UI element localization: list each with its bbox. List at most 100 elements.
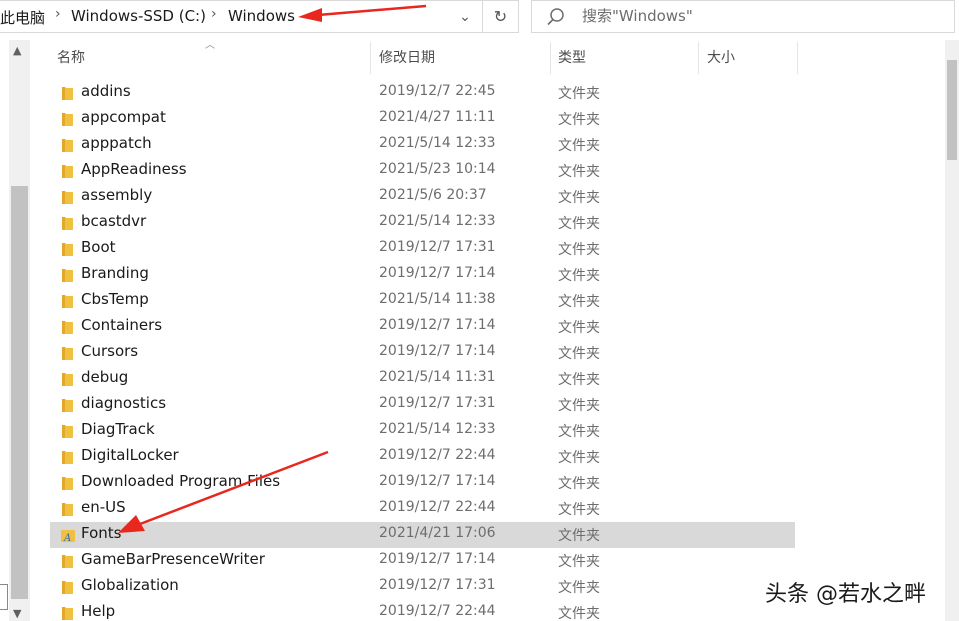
file-modified-date: 2021/5/14 11:31	[379, 369, 496, 385]
file-modified-date: 2019/12/7 22:44	[379, 447, 496, 463]
file-row-assembly[interactable]: assembly 2021/5/6 20:37 文件夹	[50, 184, 795, 210]
file-row-boot[interactable]: Boot 2019/12/7 17:31 文件夹	[50, 236, 795, 262]
file-type: 文件夹	[558, 528, 600, 544]
file-name[interactable]: Containers	[81, 316, 162, 334]
folder-icon	[62, 113, 73, 126]
file-name[interactable]: DigitalLocker	[81, 446, 179, 464]
file-name[interactable]: CbsTemp	[81, 290, 149, 308]
file-row-fonts[interactable]: A Fonts 2021/4/21 17:06 文件夹	[50, 522, 795, 548]
file-row-digitallocker[interactable]: DigitalLocker 2019/12/7 22:44 文件夹	[50, 444, 795, 470]
file-name[interactable]: diagnostics	[81, 394, 166, 412]
file-type: 文件夹	[558, 320, 600, 336]
scroll-down-icon[interactable]: ▼	[13, 607, 21, 620]
file-name[interactable]: DiagTrack	[81, 420, 155, 438]
column-header-date[interactable]: 修改日期	[379, 42, 435, 74]
column-divider[interactable]	[797, 42, 798, 74]
refresh-icon[interactable]: ↻	[482, 1, 518, 32]
search-box[interactable]	[531, 0, 955, 33]
file-type: 文件夹	[558, 580, 600, 596]
address-bar[interactable]: 此电脑 › Windows-SSD (C:) › Windows ⌄ ↻	[0, 0, 519, 33]
file-name[interactable]: en-US	[81, 498, 126, 516]
file-name[interactable]: apppatch	[81, 134, 152, 152]
file-modified-date: 2019/12/7 17:31	[379, 577, 496, 593]
file-modified-date: 2019/12/7 17:14	[379, 265, 496, 281]
file-type: 文件夹	[558, 138, 600, 154]
file-row-bcastdvr[interactable]: bcastdvr 2021/5/14 12:33 文件夹	[50, 210, 795, 236]
folder-icon	[62, 399, 73, 412]
column-header-size[interactable]: 大小	[707, 42, 735, 74]
file-list-scroll-thumb[interactable]	[947, 60, 957, 160]
file-row-cursors[interactable]: Cursors 2019/12/7 17:14 文件夹	[50, 340, 795, 366]
column-header-type[interactable]: 类型	[558, 42, 586, 74]
column-divider[interactable]	[550, 42, 551, 74]
file-row-appreadiness[interactable]: AppReadiness 2021/5/23 10:14 文件夹	[50, 158, 795, 184]
file-row-diagtrack[interactable]: DiagTrack 2021/5/14 12:33 文件夹	[50, 418, 795, 444]
file-row-apppatch[interactable]: apppatch 2021/5/14 12:33 文件夹	[50, 132, 795, 158]
file-row-help[interactable]: Help 2019/12/7 22:44 文件夹	[50, 600, 795, 621]
file-type: 文件夹	[558, 476, 600, 492]
file-type: 文件夹	[558, 554, 600, 570]
nav-pane-scrollbar[interactable]: ▲ ▼	[9, 40, 30, 621]
file-type: 文件夹	[558, 216, 600, 232]
file-name[interactable]: Help	[81, 602, 115, 620]
file-name[interactable]: AppReadiness	[81, 160, 187, 178]
file-row-downloaded-program-files[interactable]: Downloaded Program Files 2019/12/7 17:14 文…	[50, 470, 795, 496]
column-divider[interactable]	[698, 42, 699, 74]
file-row-gamebarpresencewriter[interactable]: GameBarPresenceWriter 2019/12/7 17:14 文件夹	[50, 548, 795, 574]
fonts-folder-icon: A	[61, 530, 75, 543]
search-input[interactable]	[582, 7, 942, 25]
file-row-en-us[interactable]: en-US 2019/12/7 22:44 文件夹	[50, 496, 795, 522]
file-name[interactable]: Boot	[81, 238, 116, 256]
folder-icon	[62, 607, 73, 620]
file-modified-date: 2019/12/7 22:44	[379, 499, 496, 515]
file-name[interactable]: Cursors	[81, 342, 138, 360]
file-type: 文件夹	[558, 86, 600, 102]
file-row-addins[interactable]: addins 2019/12/7 22:45 文件夹	[50, 80, 795, 106]
column-divider[interactable]	[370, 42, 371, 74]
folder-icon	[62, 295, 73, 308]
file-row-diagnostics[interactable]: diagnostics 2019/12/7 17:31 文件夹	[50, 392, 795, 418]
nav-pane-scroll-thumb[interactable]	[11, 186, 28, 599]
file-row-appcompat[interactable]: appcompat 2021/4/27 11:11 文件夹	[50, 106, 795, 132]
file-type: 文件夹	[558, 372, 600, 388]
file-modified-date: 2019/12/7 17:14	[379, 473, 496, 489]
file-name[interactable]: assembly	[81, 186, 152, 204]
folder-icon	[62, 87, 73, 100]
file-type: 文件夹	[558, 112, 600, 128]
breadcrumb-separator-icon[interactable]: ›	[55, 6, 61, 22]
breadcrumb-drive[interactable]: Windows-SSD (C:)	[71, 7, 206, 25]
file-modified-date: 2019/12/7 17:31	[379, 395, 496, 411]
file-row-globalization[interactable]: Globalization 2019/12/7 17:31 文件夹	[50, 574, 795, 600]
file-name[interactable]: debug	[81, 368, 128, 386]
file-modified-date: 2021/5/14 12:33	[379, 213, 496, 229]
file-name[interactable]: addins	[81, 82, 131, 100]
file-modified-date: 2019/12/7 17:31	[379, 239, 496, 255]
breadcrumb-windows[interactable]: Windows	[228, 7, 295, 25]
svg-text:A: A	[63, 533, 71, 543]
chevron-down-icon[interactable]: ⌄	[450, 1, 480, 32]
file-name[interactable]: Branding	[81, 264, 149, 282]
file-name[interactable]: GameBarPresenceWriter	[81, 550, 265, 568]
file-name[interactable]: Fonts	[81, 524, 121, 542]
file-row-debug[interactable]: debug 2021/5/14 11:31 文件夹	[50, 366, 795, 392]
folder-icon	[62, 243, 73, 256]
file-row-containers[interactable]: Containers 2019/12/7 17:14 文件夹	[50, 314, 795, 340]
file-list-scrollbar[interactable]	[945, 40, 959, 621]
file-type: 文件夹	[558, 502, 600, 518]
breadcrumb-separator-icon[interactable]: ›	[211, 6, 217, 22]
file-name[interactable]: appcompat	[81, 108, 166, 126]
file-name[interactable]: Downloaded Program Files	[81, 472, 280, 490]
file-row-cbstemp[interactable]: CbsTemp 2021/5/14 11:38 文件夹	[50, 288, 795, 314]
file-modified-date: 2021/4/21 17:06	[379, 525, 496, 541]
column-header-name[interactable]: 名称	[57, 42, 85, 74]
file-name[interactable]: bcastdvr	[81, 212, 146, 230]
sort-ascending-icon: ︿	[205, 40, 215, 51]
file-row-branding[interactable]: Branding 2019/12/7 17:14 文件夹	[50, 262, 795, 288]
file-type: 文件夹	[558, 164, 600, 180]
file-type: 文件夹	[558, 606, 600, 621]
file-name[interactable]: Globalization	[81, 576, 179, 594]
breadcrumb-this-pc[interactable]: 此电脑	[0, 7, 45, 28]
folder-icon	[62, 347, 73, 360]
file-type: 文件夹	[558, 242, 600, 258]
scroll-up-icon[interactable]: ▲	[13, 44, 21, 57]
